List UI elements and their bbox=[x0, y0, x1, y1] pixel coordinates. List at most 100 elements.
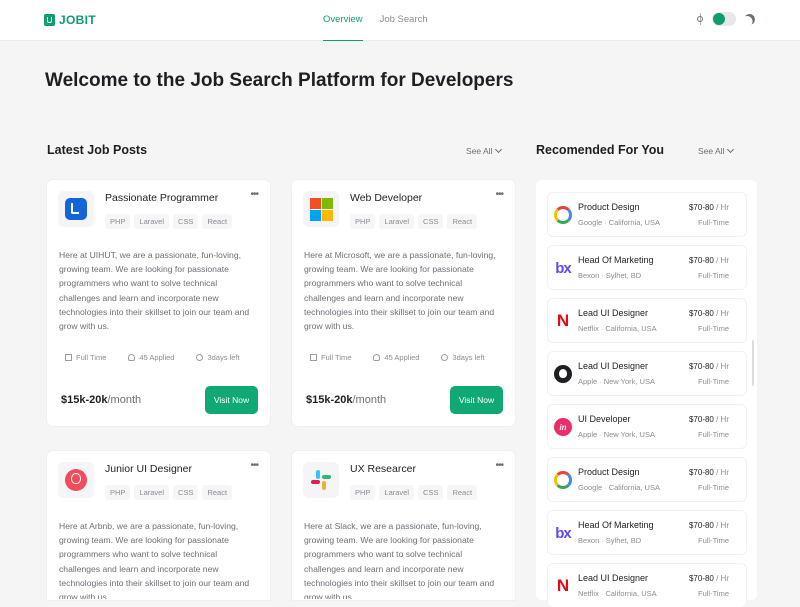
rec-location: Sylhet, BD bbox=[605, 271, 642, 280]
skill-tag: CSS bbox=[173, 214, 199, 229]
job-title[interactable]: Web Developer bbox=[350, 192, 422, 204]
theme-toggle[interactable] bbox=[712, 12, 736, 26]
job-card[interactable]: UX Researcer ••• PHP Laravel CSS React H… bbox=[292, 451, 515, 600]
recommended-title: Recomended For You bbox=[536, 143, 665, 157]
rec-location: California, USA bbox=[608, 483, 660, 492]
job-type: Full Time bbox=[76, 353, 107, 362]
rec-job-title: Product Design bbox=[578, 467, 640, 477]
days-left: 3days left bbox=[452, 353, 485, 362]
moon-icon[interactable] bbox=[742, 12, 756, 26]
recommended-item[interactable]: Product Design Google · California, USA $7… bbox=[548, 458, 746, 501]
job-description: Here at UIHUT, we are a passionate, fun-… bbox=[59, 250, 250, 332]
rec-job-title: Product Design bbox=[578, 202, 640, 212]
job-title[interactable]: UX Researcer bbox=[350, 463, 416, 475]
rec-company: Google bbox=[578, 483, 603, 492]
rec-pay-unit: / Hr bbox=[713, 415, 729, 424]
latest-see-all-button[interactable]: See All bbox=[466, 145, 503, 156]
company-logo bbox=[553, 205, 573, 225]
visit-now-button[interactable]: Visit Now bbox=[450, 386, 503, 414]
salary: $15k-20k/month bbox=[306, 394, 386, 406]
salary-range: $15k-20k bbox=[61, 394, 108, 406]
netflix-logo-icon: N bbox=[556, 311, 570, 330]
apple-logo-icon bbox=[554, 365, 572, 383]
rec-pay: $70-80 / Hr bbox=[689, 468, 729, 477]
see-all-label: See All bbox=[466, 146, 493, 156]
rec-company: Bexon bbox=[578, 271, 600, 280]
rec-pay-amount: $70-80 bbox=[688, 203, 714, 212]
job-card[interactable]: Junior UI Designer ••• PHP Laravel CSS R… bbox=[47, 451, 270, 600]
skill-tag: PHP bbox=[105, 485, 131, 500]
brand-logo[interactable]: JOBIT bbox=[44, 13, 96, 27]
rec-pay-amount: $70-80 bbox=[688, 256, 714, 265]
rec-pay: $70-80 / Hr bbox=[689, 574, 729, 583]
sun-icon[interactable] bbox=[694, 13, 706, 25]
rec-pay-unit: / Hr bbox=[713, 574, 729, 583]
more-options-icon[interactable]: ••• bbox=[495, 189, 503, 200]
more-options-icon[interactable]: ••• bbox=[495, 460, 503, 471]
rec-job-type: Full-Time bbox=[698, 218, 729, 227]
rec-location: New York, USA bbox=[603, 377, 655, 386]
more-options-icon[interactable]: ••• bbox=[250, 460, 258, 471]
job-meta: Full Time 45 Applied 3days left bbox=[310, 353, 485, 362]
recommended-item[interactable]: N Lead UI Designer Netflix · California, U… bbox=[548, 299, 746, 342]
rec-job-title: Lead UI Designer bbox=[578, 573, 649, 583]
rec-pay-amount: $70-80 bbox=[688, 309, 714, 318]
company-logo bbox=[303, 191, 339, 227]
job-type: Full Time bbox=[321, 353, 352, 362]
nav-job-search[interactable]: Job Search bbox=[380, 0, 428, 40]
scrollbar[interactable] bbox=[752, 340, 754, 386]
rec-company: Bexon bbox=[578, 536, 600, 545]
job-card[interactable]: Passionate Programmer ••• PHP Laravel CS… bbox=[47, 180, 270, 426]
netflix-logo-icon: N bbox=[556, 576, 570, 595]
briefcase-icon bbox=[310, 354, 317, 361]
more-options-icon[interactable]: ••• bbox=[250, 189, 258, 200]
users-icon bbox=[373, 354, 381, 361]
recommended-see-all-button[interactable]: See All bbox=[698, 145, 735, 156]
rec-pay: $70-80 / Hr bbox=[689, 256, 729, 265]
salary-range: $15k-20k bbox=[306, 394, 353, 406]
rec-pay-amount: $70-80 bbox=[688, 468, 714, 477]
skill-tag: CSS bbox=[418, 485, 444, 500]
nav-overview[interactable]: Overview bbox=[323, 0, 363, 41]
rec-company: Apple bbox=[578, 430, 598, 439]
rec-pay-unit: / Hr bbox=[713, 362, 729, 371]
job-card[interactable]: Web Developer ••• PHP Laravel CSS React … bbox=[292, 180, 515, 426]
recommended-item[interactable]: Product Design Google · California, USA $7… bbox=[548, 193, 746, 236]
rec-location: California, USA bbox=[605, 324, 657, 333]
rec-job-title: Head Of Marketing bbox=[578, 255, 654, 265]
job-description: Here at Arbnb, we are a passionate, fun-… bbox=[59, 521, 250, 599]
rec-company: Google bbox=[578, 218, 603, 227]
main-nav: Overview Job Search bbox=[323, 0, 428, 41]
skill-tag: PHP bbox=[350, 485, 376, 500]
company-logo bbox=[303, 462, 339, 498]
recommended-item[interactable]: in UI Developer Apple · New York, USA $70-… bbox=[548, 405, 746, 448]
see-all-label: See All bbox=[698, 146, 725, 156]
recommended-list: Product Design Google · California, USA $7… bbox=[536, 180, 757, 607]
recommended-item[interactable]: Lead UI Designer Apple · New York, USA $70… bbox=[548, 352, 746, 395]
skill-tag: Laravel bbox=[134, 485, 170, 500]
job-description: Here at Slack, we are a passionate, fun-… bbox=[304, 521, 495, 599]
company-logo bbox=[58, 462, 94, 498]
rec-job-type: Full-Time bbox=[698, 483, 729, 492]
skill-tag: React bbox=[202, 214, 233, 229]
company-logo: in bbox=[553, 417, 573, 437]
rec-pay: $70-80 / Hr bbox=[689, 309, 729, 318]
rec-company: Netflix bbox=[578, 589, 599, 598]
applied-count: 45 Applied bbox=[384, 353, 420, 362]
recommended-item[interactable]: bx Head Of Marketing Bexon · Sylhet, BD $7… bbox=[548, 511, 746, 554]
rec-company-location: Bexon · Sylhet, BD bbox=[578, 271, 642, 280]
recommended-item[interactable]: bx Head Of Marketing Bexon · Sylhet, BD $7… bbox=[548, 246, 746, 289]
bexon-logo-icon: bx bbox=[555, 524, 571, 542]
rec-company-location: Google · California, USA bbox=[578, 483, 660, 492]
rec-pay: $70-80 / Hr bbox=[689, 415, 729, 424]
latest-jobs-title: Latest Job Posts bbox=[47, 143, 148, 157]
skill-tag: CSS bbox=[418, 214, 444, 229]
rec-job-title: UI Developer bbox=[578, 414, 631, 424]
job-title[interactable]: Junior UI Designer bbox=[105, 463, 192, 475]
job-title[interactable]: Passionate Programmer bbox=[105, 192, 218, 204]
rec-job-type: Full-Time bbox=[698, 271, 729, 280]
rec-job-type: Full-Time bbox=[698, 536, 729, 545]
visit-now-button[interactable]: Visit Now bbox=[205, 386, 258, 414]
recommended-item[interactable]: N Lead UI Designer Netflix · California, U… bbox=[548, 564, 746, 607]
rec-pay: $70-80 / Hr bbox=[689, 203, 729, 212]
